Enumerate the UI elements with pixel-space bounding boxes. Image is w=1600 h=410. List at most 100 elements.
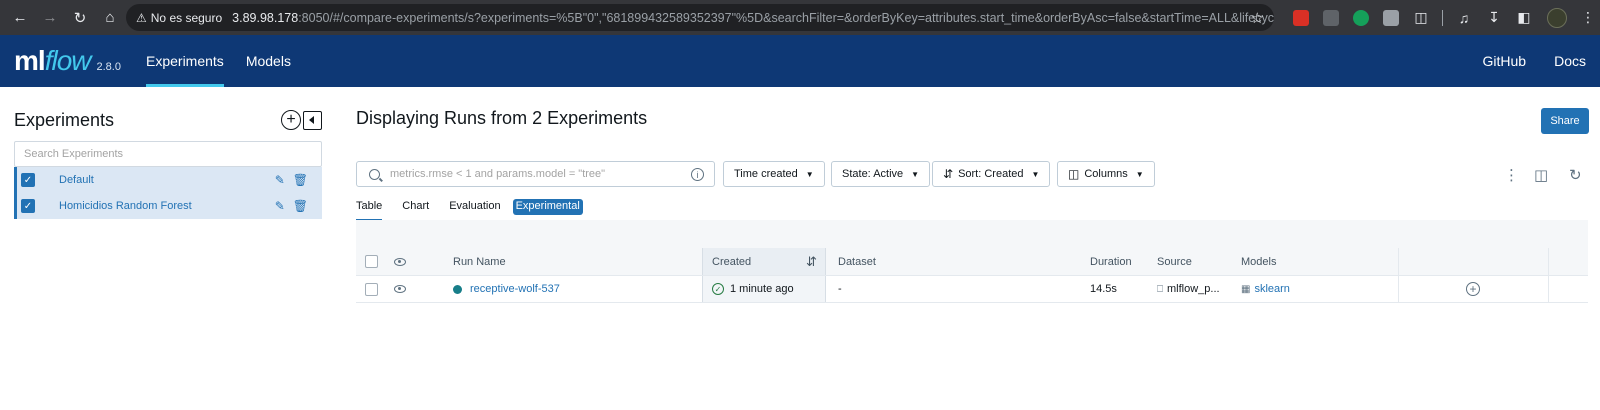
trash-icon[interactable]: 🗑: [293, 173, 308, 187]
header-models[interactable]: Models: [1241, 248, 1276, 275]
browser-menu-icon[interactable]: ⋮: [1581, 9, 1595, 26]
laptop-icon: ⎕: [1157, 283, 1163, 295]
extension-icon[interactable]: [1383, 9, 1399, 26]
row-visibility-eye-icon[interactable]: [394, 276, 406, 302]
extension-icon[interactable]: [1293, 9, 1309, 26]
more-options-icon[interactable]: ⋮: [1504, 166, 1519, 184]
nav-models[interactable]: Models: [246, 35, 291, 87]
bookmark-star-icon[interactable]: ☆: [1251, 9, 1264, 27]
tab-table[interactable]: Table: [356, 199, 383, 221]
refresh-icon[interactable]: ↻: [1569, 166, 1582, 184]
column-divider: [1398, 276, 1399, 302]
models-cell: ▦ sklearn: [1241, 276, 1290, 302]
info-icon[interactable]: i: [691, 168, 704, 181]
runs-search-input[interactable]: metrics.rmse < 1 and params.model = "tre…: [356, 161, 715, 187]
table-group-header: [356, 220, 1588, 248]
experiment-actions: ✎ 🗑: [267, 173, 308, 187]
model-icon: ▦: [1241, 283, 1251, 295]
checkbox-checked-icon[interactable]: ✓: [21, 173, 35, 187]
side-panel-icon[interactable]: ◧: [1516, 9, 1532, 26]
header-created[interactable]: Created: [712, 248, 751, 275]
extension-icon[interactable]: [1323, 9, 1339, 26]
run-name-cell: receptive-wolf-537: [453, 276, 560, 302]
app-header: ml flow 2.8.0 Experiments Models GitHub D…: [0, 35, 1600, 87]
download-icon[interactable]: ↧: [1486, 9, 1502, 26]
created-time: 1 minute ago: [730, 283, 794, 295]
security-indicator[interactable]: ⚠ No es seguro: [136, 11, 222, 25]
tab-evaluation[interactable]: Evaluation: [449, 199, 500, 221]
chevron-down-icon: ▼: [911, 169, 920, 179]
tab-experimental-badge[interactable]: Experimental: [512, 199, 583, 215]
edit-icon[interactable]: ✎: [275, 173, 285, 187]
extensions-puzzle-icon[interactable]: ◫: [1413, 9, 1429, 26]
column-divider: [1548, 276, 1549, 302]
url-host: 3.89.98.178: [232, 10, 299, 25]
visibility-eye-icon[interactable]: [394, 248, 406, 275]
chevron-down-icon: ▼: [805, 169, 814, 179]
sort-icon: ⇵: [943, 167, 954, 181]
security-label: No es seguro: [150, 10, 223, 25]
forward-icon[interactable]: →: [36, 4, 64, 32]
mlflow-logo[interactable]: ml flow 2.8.0: [14, 45, 121, 77]
experiments-sidebar: Experiments + Search Experiments ✓ Defau…: [14, 103, 322, 219]
trash-icon[interactable]: 🗑: [293, 199, 308, 213]
edit-icon[interactable]: ✎: [275, 199, 285, 213]
experiment-name[interactable]: Default: [59, 174, 94, 186]
sidebar-actions: +: [281, 110, 322, 130]
column-divider: [1398, 248, 1399, 275]
dataset-cell: -: [838, 283, 842, 295]
run-name-link[interactable]: receptive-wolf-537: [470, 283, 560, 295]
media-control-icon[interactable]: ♫: [1456, 10, 1472, 26]
sidebar-title: Experiments: [14, 109, 115, 130]
search-icon: [369, 168, 380, 180]
divider: [1442, 9, 1443, 26]
add-column-icon[interactable]: +: [1466, 276, 1480, 302]
profile-avatar[interactable]: [1547, 7, 1567, 28]
reload-icon[interactable]: ↻: [66, 4, 94, 32]
experiment-name[interactable]: Homicidios Random Forest: [59, 200, 192, 212]
nav-experiments[interactable]: Experiments: [146, 35, 224, 87]
header-run-name[interactable]: Run Name: [453, 248, 506, 275]
model-link[interactable]: sklearn: [1254, 283, 1289, 295]
collapse-sidebar-icon[interactable]: [303, 110, 322, 130]
address-bar[interactable]: ⚠ No es seguro 3.89.98.178 :8050/#/compa…: [126, 4, 1274, 31]
checkbox-checked-icon[interactable]: ✓: [21, 199, 35, 213]
view-tabs: Table Chart Evaluation Experimental: [356, 199, 603, 221]
search-experiments-input[interactable]: Search Experiments: [14, 141, 322, 167]
sort-dropdown[interactable]: ⇵ Sort: Created ▼: [932, 161, 1051, 187]
columns-label: Columns: [1084, 168, 1128, 180]
columns-icon: ◫: [1068, 167, 1080, 181]
status-success-icon: ✓: [712, 283, 724, 295]
grammarly-icon[interactable]: [1353, 9, 1369, 26]
experiment-item[interactable]: ✓ Default ✎ 🗑: [14, 167, 322, 193]
toggle-panel-icon[interactable]: ◫: [1534, 166, 1548, 184]
header-duration[interactable]: Duration: [1090, 248, 1132, 275]
logo-flow: flow: [44, 45, 92, 76]
table-row[interactable]: receptive-wolf-537 ✓ 1 minute ago - 14.5…: [356, 276, 1588, 303]
home-icon[interactable]: ⌂: [96, 4, 124, 32]
source-name[interactable]: mlflow_p...: [1167, 283, 1220, 295]
sort-descending-icon[interactable]: ⇵: [806, 248, 817, 275]
search-placeholder: metrics.rmse < 1 and params.model = "tre…: [390, 168, 606, 180]
select-all-checkbox[interactable]: [365, 248, 378, 275]
header-source[interactable]: Source: [1157, 248, 1192, 275]
tab-chart[interactable]: Chart: [402, 199, 429, 221]
column-divider: [1548, 248, 1549, 275]
docs-link[interactable]: Docs: [1540, 35, 1600, 87]
share-button[interactable]: Share: [1541, 108, 1589, 134]
row-checkbox[interactable]: [365, 276, 378, 302]
duration-cell: 14.5s: [1090, 283, 1117, 295]
columns-dropdown[interactable]: ◫ Columns ▼: [1057, 161, 1155, 187]
header-dataset[interactable]: Dataset: [838, 248, 876, 275]
experiment-item[interactable]: ✓ Homicidios Random Forest ✎ 🗑: [14, 193, 322, 219]
back-icon[interactable]: ←: [6, 4, 34, 32]
extensions-area: ◫ ♫ ↧ ◧ ⋮: [1286, 4, 1595, 31]
created-cell: ✓ 1 minute ago: [712, 276, 794, 302]
github-link[interactable]: GitHub: [1469, 35, 1541, 87]
logo-ml: ml: [14, 45, 46, 76]
run-color-dot[interactable]: [453, 284, 462, 294]
url-path: :8050/#/compare-experiments/s?experiment…: [298, 10, 1274, 25]
state-dropdown[interactable]: State: Active ▼: [831, 161, 931, 187]
create-experiment-icon[interactable]: +: [281, 110, 301, 130]
time-created-dropdown[interactable]: Time created ▼: [723, 161, 825, 187]
